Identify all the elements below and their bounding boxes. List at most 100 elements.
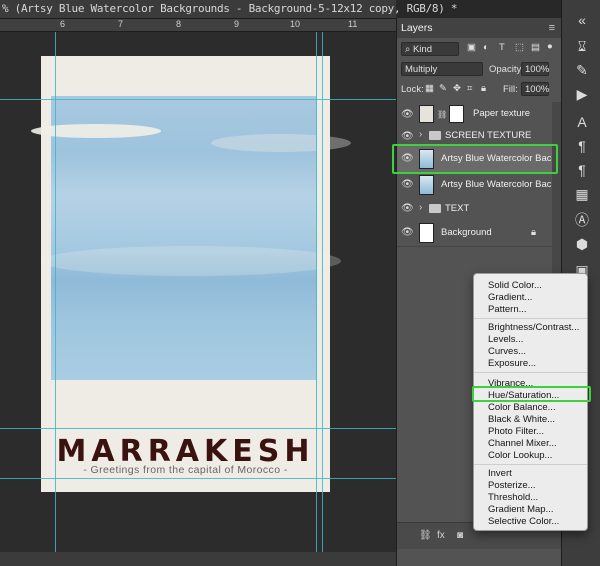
- ruler-label: 11: [348, 19, 358, 29]
- eye-icon[interactable]: 👁︎: [401, 109, 414, 120]
- menu-item-channel-mixer[interactable]: Channel Mixer...: [488, 438, 557, 449]
- layer-name: SCREEN TEXTURE: [445, 130, 532, 141]
- add-mask-icon[interactable]: ◙: [457, 530, 463, 541]
- layer-row-paper-texture[interactable]: 👁︎ ⛓︎ Paper texture: [397, 102, 552, 127]
- layer-name: Background: [441, 227, 492, 238]
- layer-name: TEXT: [445, 203, 470, 214]
- eye-icon[interactable]: 👁︎: [401, 179, 414, 190]
- layers-tab[interactable]: Layers ≡: [397, 18, 561, 38]
- guide-line: [0, 478, 396, 479]
- layer-thumbnail: [419, 105, 434, 123]
- menu-item-photo-filter[interactable]: Photo Filter...: [488, 426, 544, 437]
- menu-item-posterize[interactable]: Posterize...: [488, 480, 536, 491]
- lock-transparent-icon[interactable]: ▦: [425, 83, 434, 94]
- fill-label: Fill:: [503, 84, 518, 95]
- glyphs-icon[interactable]: ¶: [572, 162, 592, 182]
- type-icon[interactable]: Ⓐ: [572, 210, 592, 230]
- document-tab[interactable]: % (Artsy Blue Watercolor Backgrounds - B…: [0, 0, 458, 19]
- opacity-label: Opacity:: [489, 64, 524, 75]
- guide-line: [0, 428, 396, 429]
- menu-item-black-white[interactable]: Black & White...: [488, 414, 555, 425]
- menu-item-brightness-contrast[interactable]: Brightness/Contrast...: [488, 322, 579, 333]
- layer-mask-thumbnail[interactable]: [449, 105, 464, 123]
- paragraph-icon[interactable]: ¶: [572, 138, 592, 158]
- chevron-right-icon[interactable]: ›: [419, 202, 422, 213]
- brush-icon[interactable]: ✎: [572, 62, 592, 82]
- layer-filter-select[interactable]: ⌕ Kind: [401, 42, 459, 56]
- fill-field[interactable]: 100%: [521, 82, 549, 96]
- image-filter-icon[interactable]: ▣: [467, 42, 476, 53]
- chevron-right-icon[interactable]: ›: [419, 129, 422, 140]
- adjustment-layer-menu: Solid Color... Gradient... Pattern... Br…: [473, 273, 588, 531]
- menu-item-selective-color[interactable]: Selective Color...: [488, 516, 559, 527]
- menu-item-solid-color[interactable]: Solid Color...: [488, 280, 542, 291]
- filter-kind-value: Kind: [412, 44, 432, 55]
- layer-row-text[interactable]: 👁︎ › TEXT: [397, 198, 552, 221]
- search-icon: ⌕: [405, 44, 411, 55]
- play-icon[interactable]: ▶: [572, 86, 592, 106]
- ruler-label: 10: [290, 19, 301, 29]
- layer-thumbnail: [419, 223, 434, 243]
- menu-separator: [474, 372, 587, 373]
- lock-all-icon[interactable]: 🔒︎: [481, 83, 486, 94]
- layer-row-background[interactable]: 👁︎ Background 🔒︎: [397, 220, 552, 247]
- guide-line: [316, 32, 317, 552]
- lock-pixels-icon[interactable]: ✎: [439, 83, 447, 94]
- blend-mode-select[interactable]: Multiply: [401, 62, 483, 76]
- folder-icon: [429, 204, 441, 213]
- menu-item-exposure[interactable]: Exposure...: [488, 358, 536, 369]
- guide-line: [0, 99, 396, 100]
- opacity-field[interactable]: 100%: [521, 62, 549, 76]
- menu-item-curves[interactable]: Curves...: [488, 346, 526, 357]
- poster-subtitle: - Greetings from the capital of Morocco …: [83, 464, 288, 476]
- menu-separator: [474, 318, 587, 319]
- watercolor-wash: [31, 124, 161, 138]
- menu-item-color-lookup[interactable]: Color Lookup...: [488, 450, 552, 461]
- layer-name: Artsy Blue Watercolor Back...: [441, 179, 565, 190]
- type-filter-icon[interactable]: T: [499, 42, 505, 53]
- menu-item-pattern[interactable]: Pattern...: [488, 304, 527, 315]
- guide-line: [322, 32, 323, 552]
- layer-name: Paper texture: [473, 108, 531, 119]
- menu-highlight: [472, 386, 591, 402]
- ruler-label: 8: [176, 19, 182, 29]
- history-icon[interactable]: ⌛︎: [572, 38, 592, 58]
- link-icon[interactable]: ⛓︎: [437, 110, 447, 119]
- swatches-icon[interactable]: ▦: [572, 186, 592, 206]
- eye-icon[interactable]: 👁︎: [401, 203, 414, 214]
- collapse-icon[interactable]: «: [572, 12, 592, 32]
- character-icon[interactable]: A: [572, 114, 592, 134]
- watercolor-wash: [211, 134, 351, 152]
- adjustment-filter-icon[interactable]: ◐: [483, 42, 489, 53]
- selection-highlight: [392, 144, 558, 174]
- panel-menu-icon[interactable]: ≡: [549, 22, 555, 34]
- watercolor-wash: [41, 246, 341, 276]
- menu-item-color-balance[interactable]: Color Balance...: [488, 402, 556, 413]
- lock-label: Lock:: [401, 84, 424, 95]
- lock-position-icon[interactable]: ✥: [453, 83, 461, 94]
- layers-tab-label: Layers: [401, 22, 433, 34]
- menu-item-gradient-map[interactable]: Gradient Map...: [488, 504, 553, 515]
- watercolor-image: [31, 96, 351, 380]
- shape-filter-icon[interactable]: ⬚: [515, 42, 524, 53]
- menu-item-threshold[interactable]: Threshold...: [488, 492, 538, 503]
- status-bar: [0, 552, 396, 566]
- 3d-icon[interactable]: ⬢: [572, 236, 592, 256]
- ruler-label: 9: [234, 19, 240, 29]
- menu-item-gradient[interactable]: Gradient...: [488, 292, 532, 303]
- fx-button[interactable]: fx: [437, 530, 445, 541]
- filter-toggle-icon[interactable]: ●: [547, 41, 553, 52]
- lock-artboard-icon[interactable]: ⌗: [467, 83, 472, 94]
- link-layers-icon[interactable]: ⛓︎: [419, 530, 432, 541]
- layer-row-watercolor-2[interactable]: 👁︎ Artsy Blue Watercolor Back...: [397, 172, 564, 199]
- ruler-label: 6: [60, 19, 66, 29]
- document-title: % (Artsy Blue Watercolor Backgrounds - B…: [2, 2, 458, 15]
- guide-line: [55, 32, 56, 552]
- menu-item-levels[interactable]: Levels...: [488, 334, 523, 345]
- eye-icon[interactable]: 👁︎: [401, 227, 414, 238]
- folder-icon: [429, 131, 441, 140]
- menu-item-invert[interactable]: Invert: [488, 468, 512, 479]
- smart-object-filter-icon[interactable]: ▤: [531, 42, 540, 53]
- eye-icon[interactable]: 👁︎: [401, 131, 414, 142]
- top-ruler[interactable]: 6 7 8 9 10 11: [0, 19, 396, 32]
